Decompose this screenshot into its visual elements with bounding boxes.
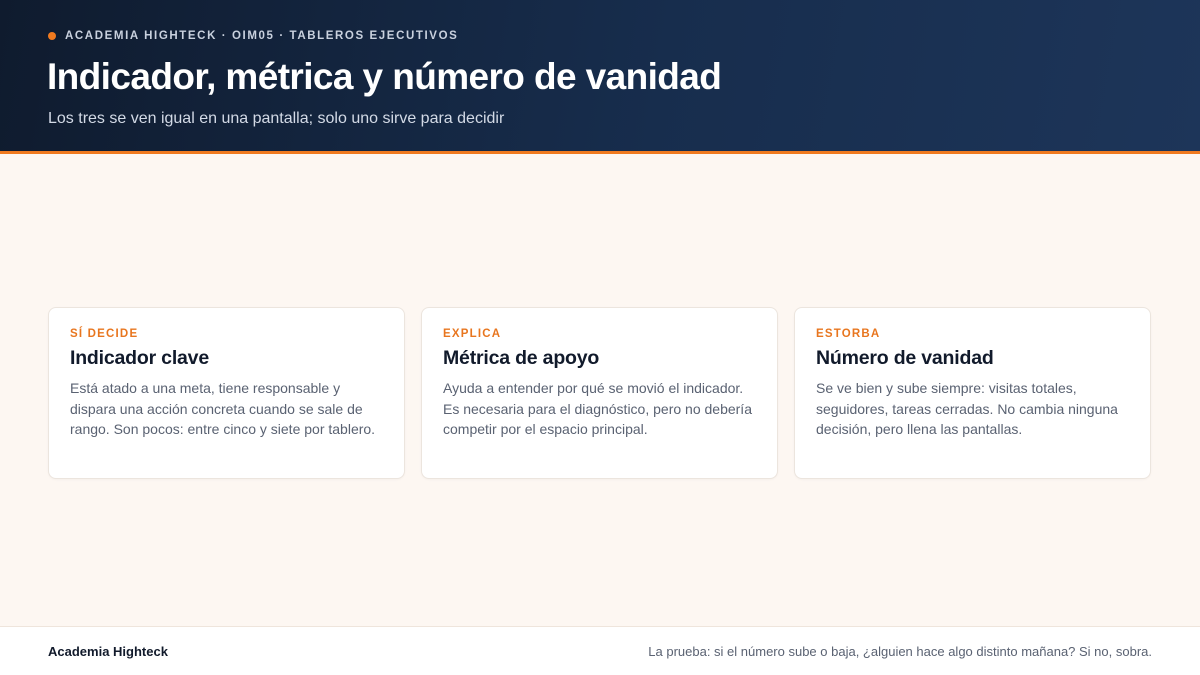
card-title: Número de vanidad <box>816 347 994 369</box>
footer: Academia Highteck La prueba: si el númer… <box>0 626 1200 675</box>
card-tag: ESTORBA <box>816 328 881 340</box>
page-title: Indicador, métrica y número de vanidad <box>47 56 722 97</box>
card-body: Se ve bien y sube siempre: visitas total… <box>816 380 1118 437</box>
card-tag: EXPLICA <box>443 328 502 340</box>
card-tag: SÍ DECIDE <box>70 328 139 340</box>
card-body: Ayuda a entender por qué se movió el ind… <box>443 380 752 437</box>
footer-note: La prueba: si el número sube o baja, ¿al… <box>648 644 1152 659</box>
header-accent-line <box>0 151 1200 154</box>
header-banner: ACADEMIA HIGHTECK · OIM05 · TABLEROS EJE… <box>0 0 1200 151</box>
page-subtitle: Los tres se ven igual en una pantalla; s… <box>48 110 505 127</box>
cards-row: SÍ DECIDE Indicador clave Está atado a u… <box>48 307 1151 479</box>
orange-dot-icon <box>48 32 56 40</box>
eyebrow-text: ACADEMIA HIGHTECK · OIM05 · TABLEROS EJE… <box>65 30 459 42</box>
footer-brand: Academia Highteck <box>48 644 168 659</box>
card-body: Está atado a una meta, tiene responsable… <box>70 380 376 437</box>
card-numero-de-vanidad: ESTORBA Número de vanidad Se ve bien y s… <box>794 307 1151 479</box>
eyebrow: ACADEMIA HIGHTECK · OIM05 · TABLEROS EJE… <box>48 30 458 42</box>
slide: ACADEMIA HIGHTECK · OIM05 · TABLEROS EJE… <box>0 0 1200 675</box>
card-indicador-clave: SÍ DECIDE Indicador clave Está atado a u… <box>48 307 405 479</box>
card-title: Métrica de apoyo <box>443 347 600 369</box>
card-title: Indicador clave <box>70 347 209 369</box>
card-metrica-de-apoyo: EXPLICA Métrica de apoyo Ayuda a entende… <box>421 307 778 479</box>
